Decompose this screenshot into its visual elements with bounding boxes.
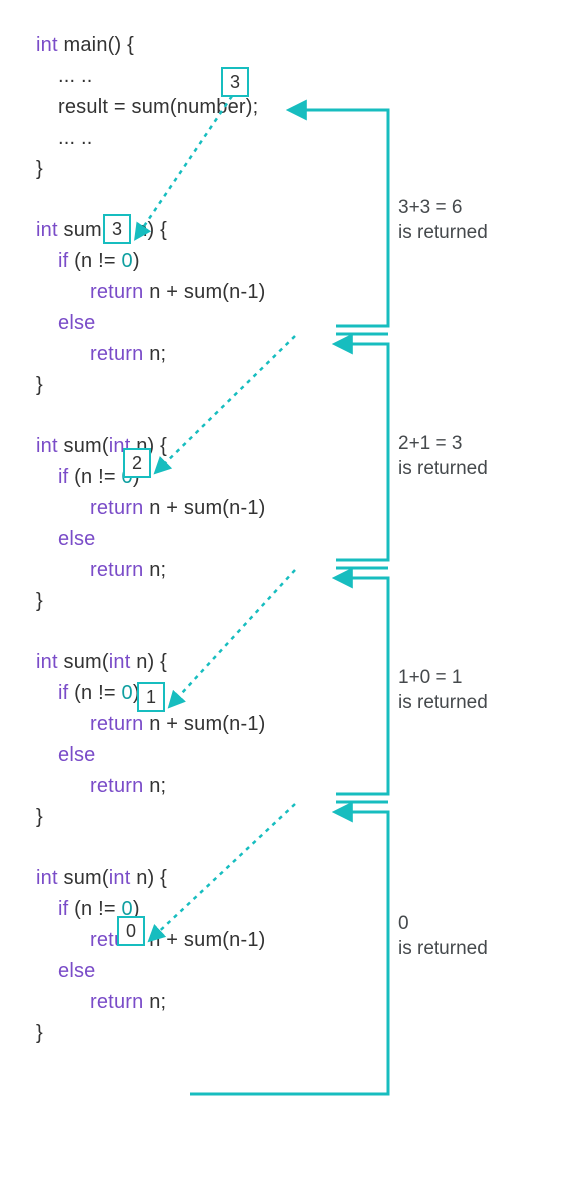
argbox-main: 3 [221, 67, 249, 97]
diagram-canvas: int main() { ... .. result = sum(number)… [0, 0, 571, 1200]
main-sig-rest: main() { [58, 34, 134, 56]
argbox-0: 3 [103, 214, 131, 244]
kw-int: int [36, 34, 58, 56]
main-close: } [36, 154, 561, 185]
return-label-2: 1+0 = 1 is returned [398, 666, 558, 715]
main-block: int main() { ... .. result = sum(number)… [36, 30, 561, 185]
main-signature: int main() { [36, 30, 561, 61]
main-dots2: ... .. [36, 123, 93, 154]
argbox-2: 1 [137, 682, 165, 712]
main-dots1: ... .. [36, 61, 93, 92]
sum-signature: int sum(int n) { [36, 863, 561, 894]
argbox-1: 2 [123, 448, 151, 478]
return-label-0: 3+3 = 6 is returned [398, 196, 558, 245]
argbox-3: 0 [117, 916, 145, 946]
return-label-1: 2+1 = 3 is returned [398, 432, 558, 481]
return-label-3: 0 is returned [398, 912, 558, 961]
